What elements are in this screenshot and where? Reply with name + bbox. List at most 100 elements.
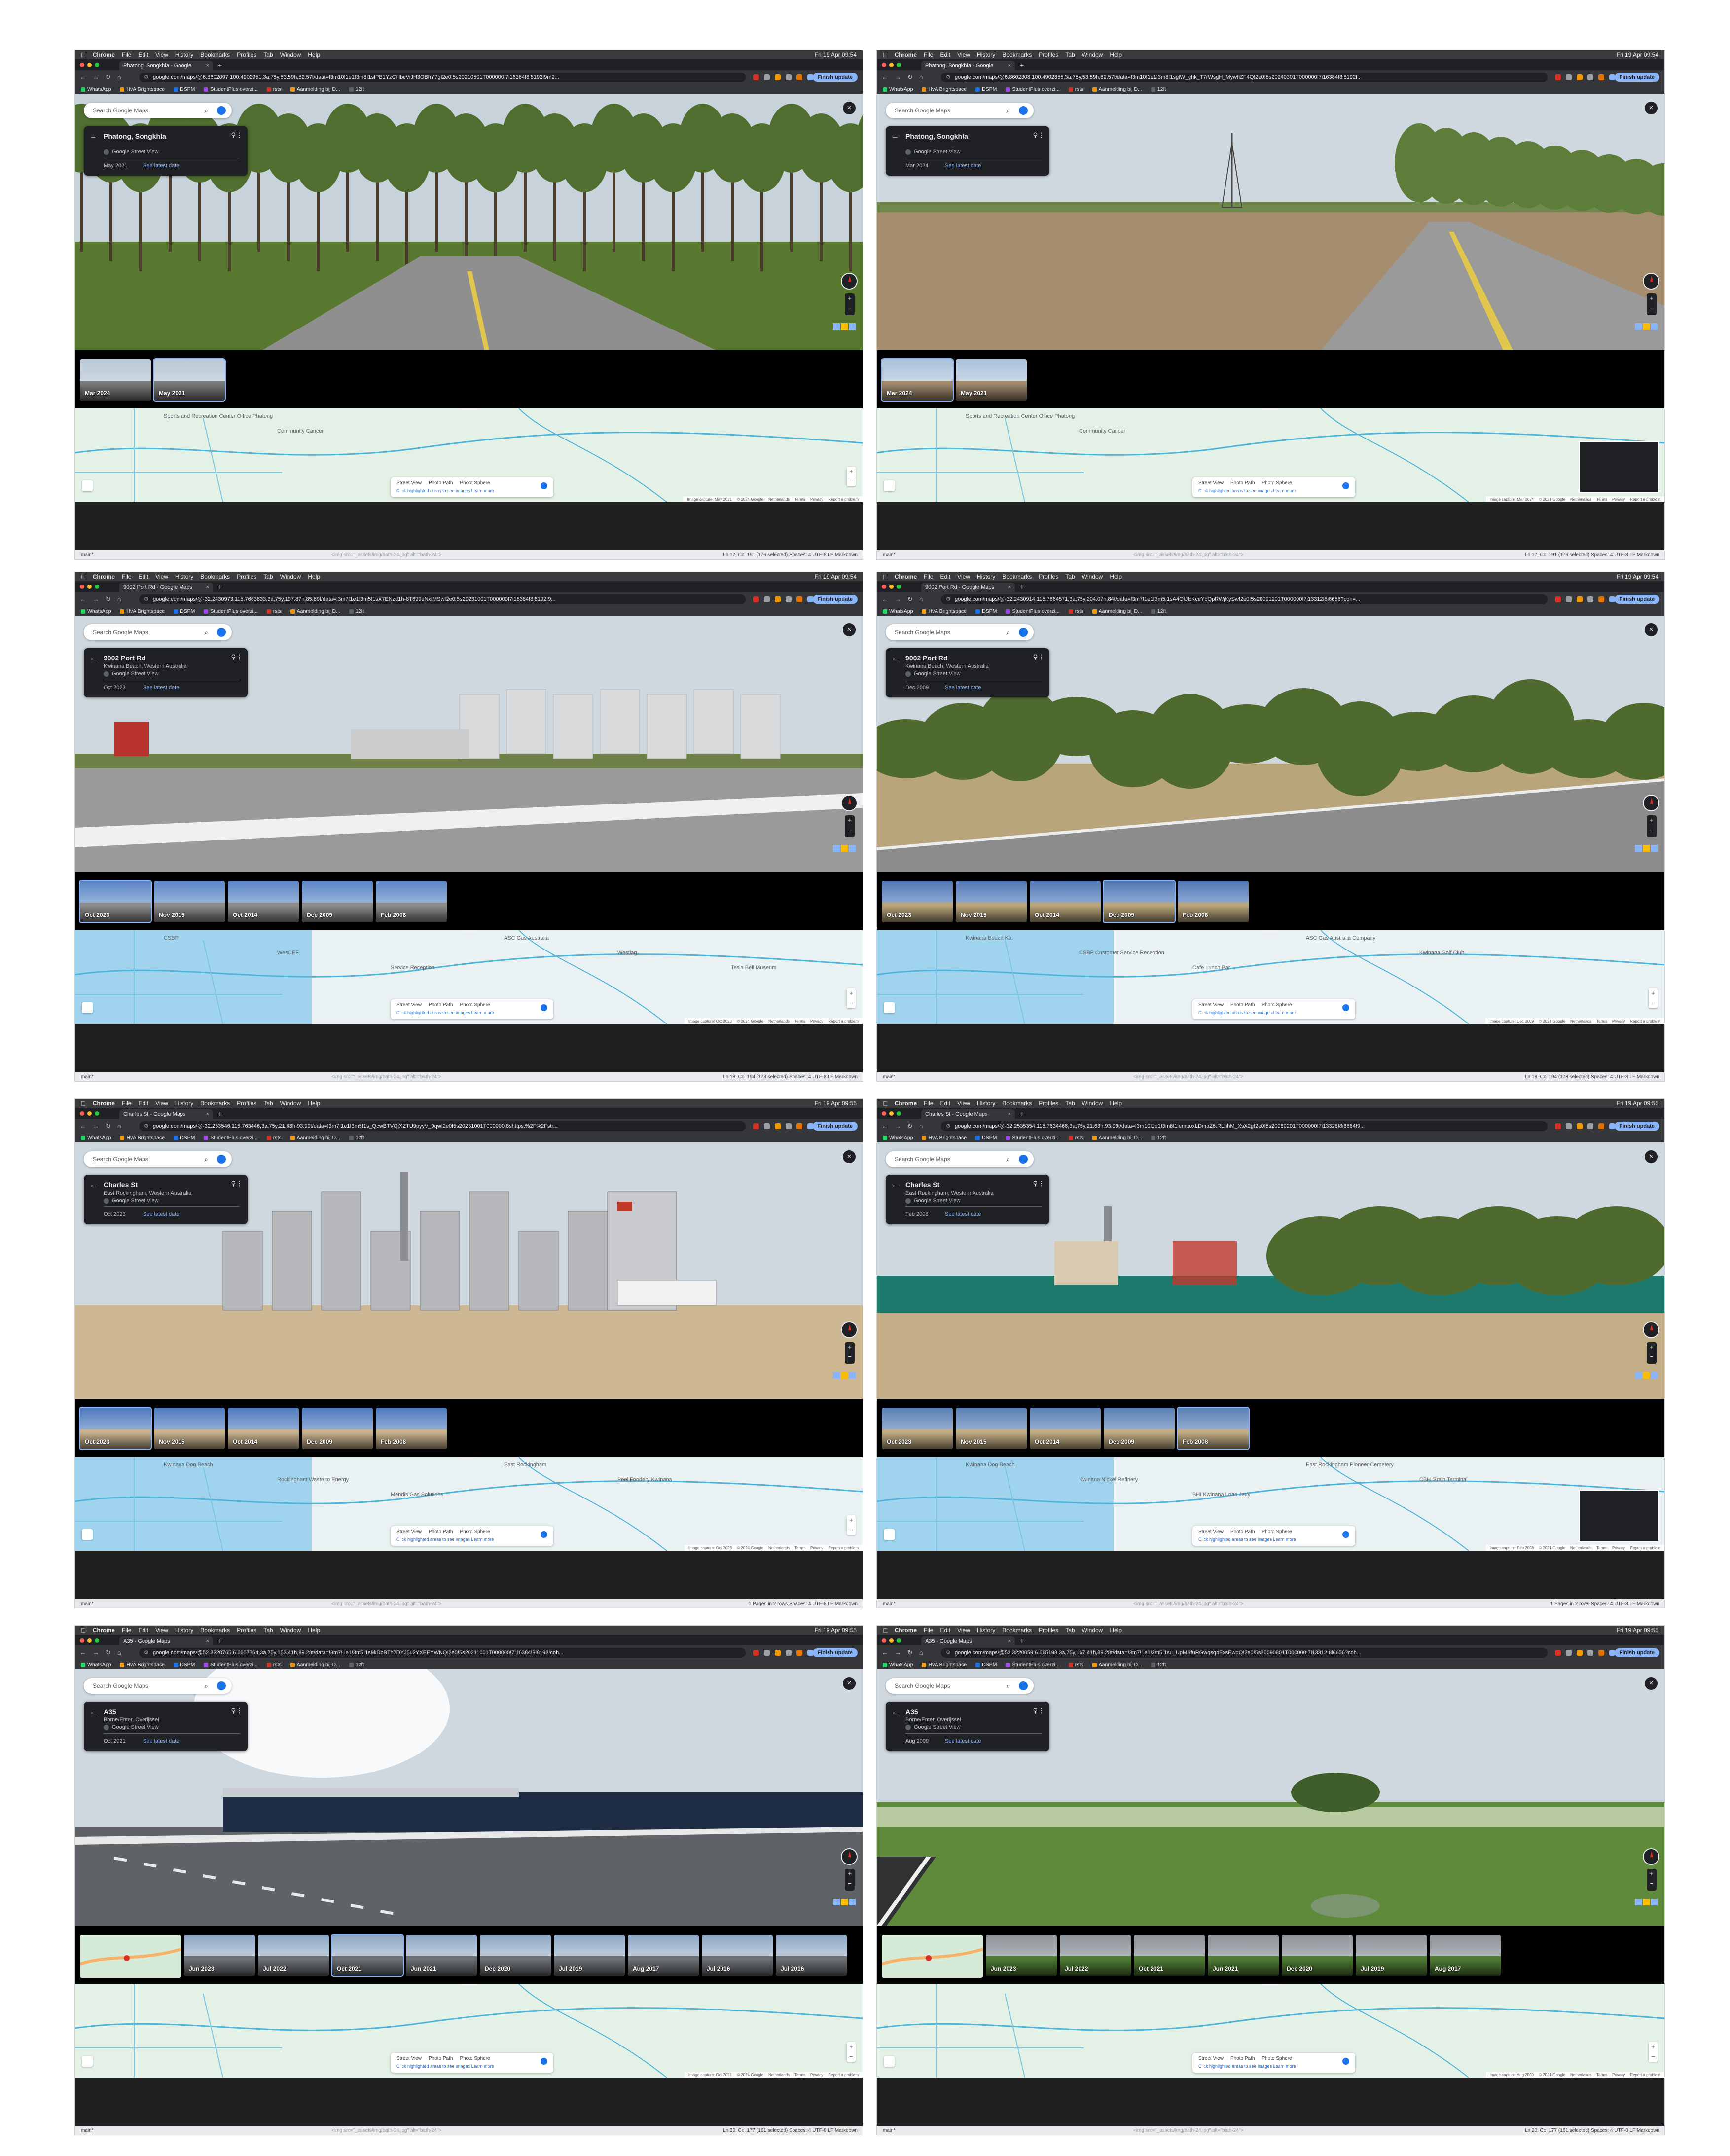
extension-icon[interactable] — [1587, 596, 1593, 602]
tab-close-icon[interactable]: × — [206, 63, 209, 69]
home-icon[interactable]: ⌂ — [919, 73, 923, 81]
browser-tab[interactable]: Charles St - Google Maps × — [119, 1109, 213, 1119]
bookmark-item[interactable]: StudentPlus overzi... — [204, 608, 258, 614]
bookmark-item[interactable]: HvA Brightspace — [922, 86, 967, 92]
zoom-window-button[interactable] — [897, 585, 901, 589]
menu-item[interactable]: Edit — [138, 573, 148, 580]
back-icon[interactable]: ← — [80, 1649, 86, 1657]
timeline-thumbnail[interactable]: Jul 2022 — [258, 1935, 329, 1976]
search-box[interactable]: Search Google Maps ⌕ — [886, 624, 1034, 640]
timeline-thumbnail[interactable]: Jul 2022 — [1060, 1935, 1131, 1976]
location-pin-icon[interactable]: ⚲ — [231, 1707, 236, 1715]
menu-item[interactable]: File — [122, 1627, 131, 1634]
git-branch[interactable]: main* — [883, 1074, 896, 1080]
timeline-thumbnail[interactable]: Oct 2023 — [80, 881, 151, 922]
see-latest-date-link[interactable]: See latest date — [143, 685, 179, 691]
forward-icon[interactable]: → — [93, 1122, 99, 1130]
app-name[interactable]: Chrome — [895, 1627, 917, 1634]
map-resize-handle[interactable] — [1262, 408, 1279, 410]
timeline-thumbnail[interactable]: Mar 2024 — [882, 359, 953, 401]
back-icon[interactable]: ← — [882, 1122, 888, 1130]
zoom-window-button[interactable] — [95, 585, 99, 589]
tab-close-icon[interactable]: × — [1008, 1638, 1011, 1644]
close-street-view-button[interactable]: × — [843, 1150, 856, 1163]
attribution-item[interactable]: Terms — [1596, 2073, 1607, 2077]
extension-icon[interactable] — [796, 596, 802, 602]
address-bar[interactable]: ⚙ google.com/maps/@-32.2535354,115.763446… — [941, 1121, 1548, 1131]
menu-item[interactable]: Profiles — [1039, 1100, 1058, 1107]
search-icon[interactable]: ⌕ — [1006, 1678, 1010, 1694]
apple-icon[interactable]:  — [883, 573, 888, 581]
status-encoding[interactable]: Spaces: 4 — [789, 1601, 811, 1607]
map-fullscreen-button[interactable] — [82, 1002, 93, 1013]
extension-icon[interactable] — [796, 1123, 802, 1129]
menu-item[interactable]: Window — [280, 1627, 301, 1634]
app-name[interactable]: Chrome — [895, 1100, 917, 1107]
browser-tab[interactable]: Phatong, Songkhla - Google × — [119, 61, 213, 70]
menu-item[interactable]: File — [924, 573, 933, 580]
directions-icon[interactable] — [217, 628, 226, 637]
status-encoding[interactable]: Markdown — [835, 1074, 858, 1080]
extension-icon[interactable] — [1555, 1650, 1561, 1656]
tab-close-icon[interactable]: × — [206, 585, 209, 590]
menu-item[interactable]: History — [175, 573, 193, 580]
extension-icon[interactable] — [1555, 74, 1561, 80]
finish-update-button[interactable]: Finish update — [812, 1648, 858, 1657]
more-options-icon[interactable]: ⋮ — [236, 653, 243, 661]
close-window-button[interactable] — [882, 585, 886, 589]
extension-icon[interactable] — [1577, 1123, 1583, 1129]
reload-icon[interactable]: ↻ — [907, 1649, 913, 1657]
menu-item[interactable]: Edit — [940, 1100, 950, 1107]
see-latest-date-link[interactable]: See latest date — [945, 685, 981, 691]
zoom-controls[interactable]: + − — [1647, 1342, 1657, 1364]
menu-item[interactable]: Bookmarks — [1002, 1627, 1032, 1634]
bookmark-item[interactable]: rsts — [1068, 86, 1083, 92]
menu-item[interactable]: Tab — [1065, 1627, 1075, 1634]
extension-icon[interactable] — [1555, 596, 1561, 602]
minimize-window-button[interactable] — [889, 63, 894, 67]
git-branch[interactable]: main* — [81, 1074, 94, 1080]
timeline-thumbnail[interactable]: Oct 2014 — [1030, 1408, 1101, 1449]
map-zoom-controls[interactable]: +− — [1649, 2042, 1658, 2062]
attribution-item[interactable]: Netherlands — [768, 1546, 790, 1550]
cursor-position[interactable]: Ln 20, Col 177 (161 selected) — [1525, 2128, 1589, 2133]
status-encoding[interactable]: UTF-8 — [1614, 2128, 1628, 2133]
attribution-item[interactable]: Report a problem — [828, 1019, 859, 1023]
close-street-view-button[interactable]: × — [843, 1677, 856, 1690]
browser-tab[interactable]: A35 - Google Maps × — [119, 1636, 213, 1645]
forward-icon[interactable]: → — [895, 1122, 901, 1130]
forward-icon[interactable]: → — [895, 1649, 901, 1657]
status-encoding[interactable]: UTF-8 — [1614, 552, 1628, 558]
status-encoding[interactable]: UTF-8 — [812, 1601, 826, 1607]
close-street-view-button[interactable]: × — [1645, 102, 1658, 114]
status-encoding[interactable]: Spaces: 4 — [789, 1074, 811, 1080]
timeline-thumbnail[interactable]: Feb 2008 — [1178, 1408, 1249, 1449]
home-icon[interactable]: ⌂ — [919, 1122, 923, 1130]
menu-item[interactable]: Bookmarks — [1002, 573, 1032, 580]
search-icon[interactable]: ⌕ — [204, 624, 208, 640]
apple-icon[interactable]:  — [883, 1100, 888, 1107]
cursor-position[interactable]: Ln 17, Col 191 (176 selected) — [1525, 552, 1589, 558]
attribution-item[interactable]: Terms — [794, 2073, 805, 2077]
attribution-item[interactable]: Terms — [794, 497, 805, 502]
search-icon[interactable]: ⌕ — [1006, 103, 1010, 118]
map-fullscreen-button[interactable] — [884, 2056, 895, 2067]
zoom-controls[interactable]: + − — [1647, 815, 1657, 837]
learn-more-link[interactable]: Learn more — [1273, 1537, 1296, 1542]
bookmark-item[interactable]: HvA Brightspace — [120, 1662, 165, 1668]
map-resize-handle[interactable] — [460, 930, 477, 932]
menu-item[interactable]: View — [155, 51, 168, 58]
street-view-toggle[interactable] — [541, 1004, 547, 1011]
minimap[interactable]: Street View Photo Path Photo Sphere Click h… — [877, 1984, 1664, 2078]
extension-icon[interactable] — [1577, 1650, 1583, 1656]
zoom-controls[interactable]: + − — [1647, 293, 1657, 315]
directions-icon[interactable] — [1019, 628, 1028, 637]
map-fullscreen-button[interactable] — [82, 1529, 93, 1540]
timeline-thumbnail[interactable]: Dec 2009 — [1104, 1408, 1175, 1449]
apple-icon[interactable]:  — [81, 1100, 86, 1107]
attribution-item[interactable]: Report a problem — [1630, 1019, 1660, 1023]
reload-icon[interactable]: ↻ — [106, 595, 111, 603]
compass-icon[interactable] — [842, 796, 857, 810]
site-info-icon[interactable]: ⚙ — [946, 594, 951, 604]
attribution-item[interactable]: © 2024 Google — [1539, 1019, 1565, 1023]
